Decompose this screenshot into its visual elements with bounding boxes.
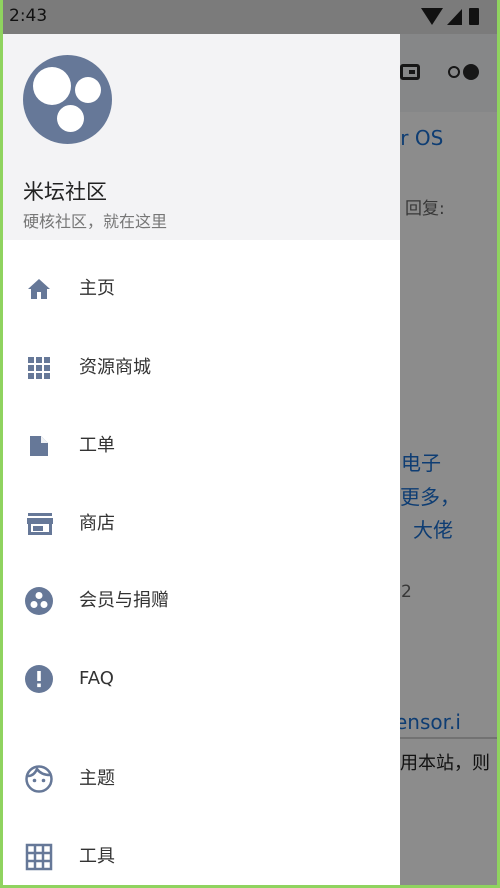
face-icon	[25, 765, 53, 793]
signal-icon	[447, 9, 462, 25]
wifi-icon	[421, 8, 443, 25]
drawer-item-label: 资源商城	[79, 357, 151, 378]
drawer-item-label: 会员与捐赠	[79, 590, 169, 611]
drawer-item-label: 工具	[79, 846, 115, 867]
status-bar: 2:43	[3, 0, 497, 34]
membership-icon	[25, 587, 53, 615]
site-slogan: 硬核社区，就在这里	[23, 212, 168, 231]
battery-icon	[469, 8, 479, 25]
apps-grid-icon	[27, 356, 51, 380]
drawer-item-label: 工单	[79, 435, 115, 456]
screen: er OS 回复: 电子 更多， 大佬 2 ensor.i 用本站，则 2:43…	[3, 0, 497, 885]
home-icon	[27, 277, 51, 301]
store-icon	[27, 512, 53, 536]
drawer-item-tickets[interactable]: 工单	[3, 416, 400, 476]
status-icons	[421, 8, 491, 26]
exclamation-icon	[25, 665, 53, 693]
drawer-item-store[interactable]: 商店	[3, 494, 400, 554]
drawer-item-faq[interactable]: FAQ	[3, 649, 400, 709]
drawer-item-resource-mall[interactable]: 资源商城	[3, 338, 400, 398]
drawer-item-label: FAQ	[79, 668, 114, 689]
document-icon	[27, 434, 51, 458]
drawer-header: 米坛社区 硬核社区，就在这里	[3, 34, 400, 240]
drawer-item-label: 主页	[79, 278, 115, 299]
site-name: 米坛社区	[23, 180, 107, 204]
drawer-item-label: 主题	[79, 768, 115, 789]
navigation-drawer: 米坛社区 硬核社区，就在这里 主页 资源商城 工单 商店 会员与捐赠 FAQ 主…	[3, 34, 400, 885]
status-time: 2:43	[9, 6, 48, 26]
drawer-item-home[interactable]: 主页	[3, 259, 400, 319]
drawer-item-membership[interactable]: 会员与捐赠	[3, 571, 400, 631]
site-logo[interactable]	[23, 55, 112, 144]
drawer-item-label: 商店	[79, 513, 115, 534]
drawer-item-tools[interactable]: 工具	[3, 827, 400, 885]
table-grid-icon	[25, 843, 53, 871]
drawer-item-theme[interactable]: 主题	[3, 749, 400, 809]
